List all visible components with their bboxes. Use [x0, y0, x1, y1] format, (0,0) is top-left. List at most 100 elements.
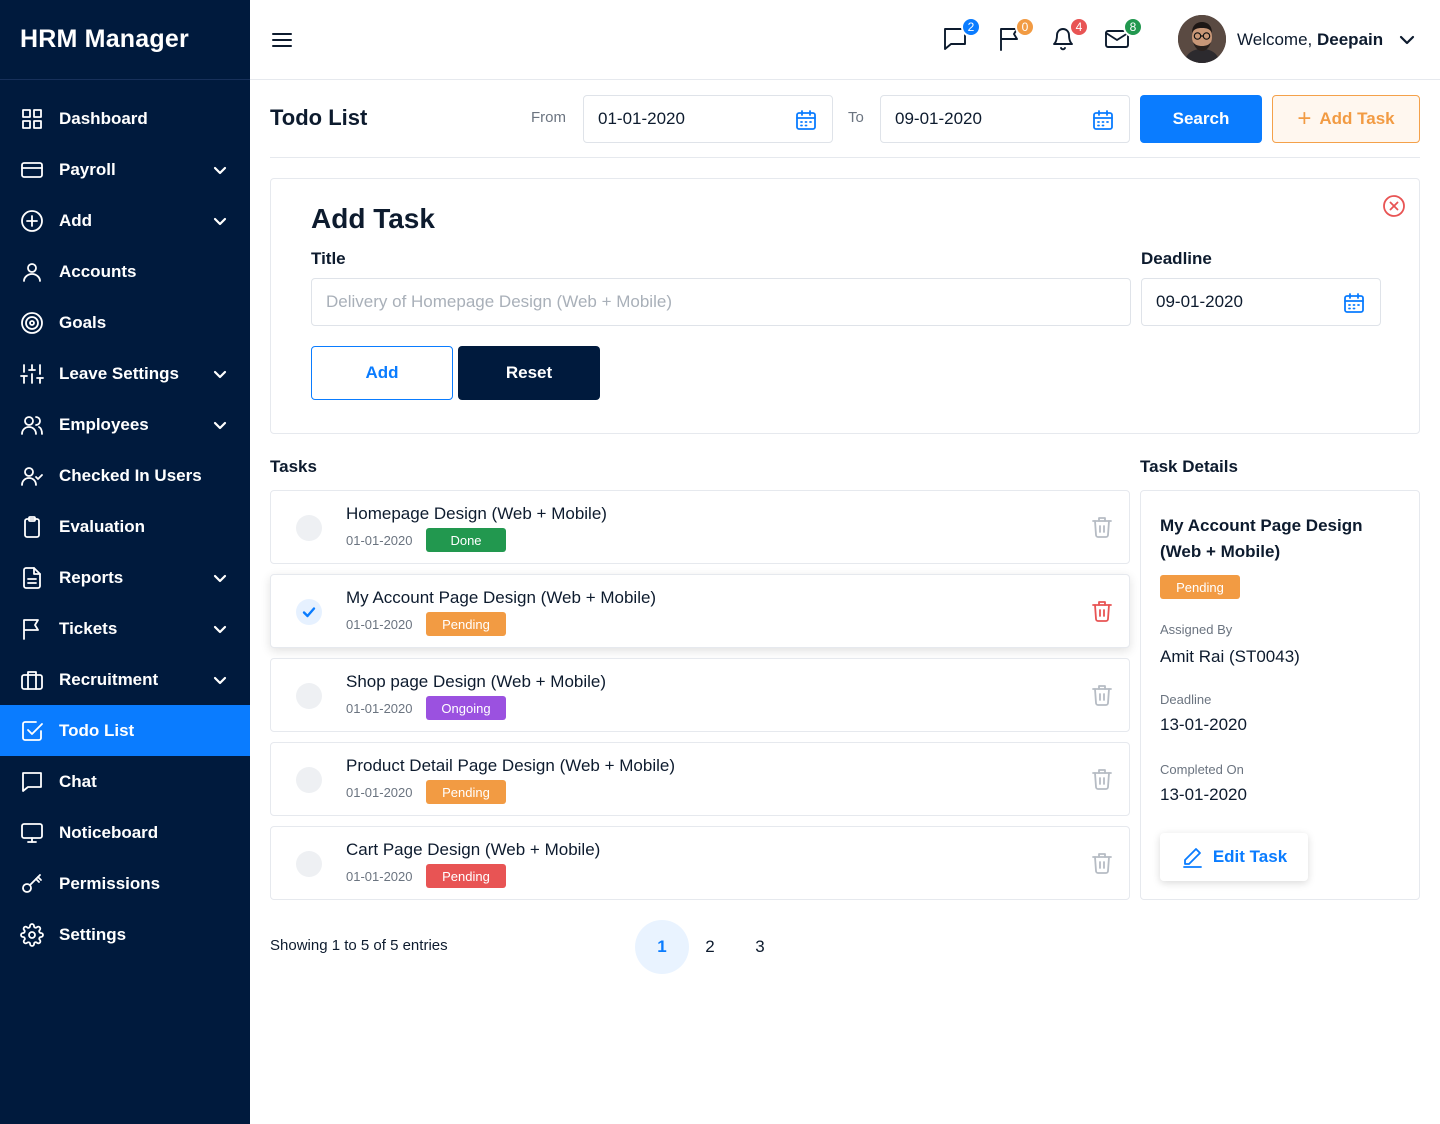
page-button[interactable]: 2 — [683, 920, 737, 974]
deadline-label: Deadline — [1160, 692, 1212, 707]
chevron-down-icon[interactable] — [212, 417, 228, 433]
sidebar-item-reports[interactable]: Reports — [0, 552, 250, 603]
sidebar-item-label: Checked In Users — [59, 465, 202, 485]
calendar-icon[interactable] — [794, 108, 818, 132]
task-item[interactable]: Homepage Design (Web + Mobile) 01-01-202… — [270, 490, 1130, 564]
header-divider — [270, 157, 1420, 158]
monitor-icon — [20, 821, 44, 845]
sidebar-item-recruitment[interactable]: Recruitment — [0, 654, 250, 705]
sidebar-item-tickets[interactable]: Tickets — [0, 603, 250, 654]
from-date-input[interactable]: 01-01-2020 — [583, 95, 833, 143]
chevron-down-icon[interactable] — [212, 366, 228, 382]
task-title-input[interactable] — [311, 278, 1131, 326]
task-date: 01-01-2020 — [346, 617, 413, 632]
completed-on-label: Completed On — [1160, 762, 1244, 777]
task-item[interactable]: Cart Page Design (Web + Mobile) 01-01-20… — [270, 826, 1130, 900]
deadline-input[interactable]: 09-01-2020 — [1141, 278, 1381, 326]
flag-notifications-button[interactable]: 0 — [996, 17, 1035, 54]
status-badge: Pending — [1160, 575, 1240, 599]
sidebar-item-permissions[interactable]: Permissions — [0, 858, 250, 909]
menu-toggle-icon[interactable] — [270, 28, 294, 52]
close-icon[interactable] — [1382, 194, 1406, 218]
avatar[interactable] — [1178, 15, 1226, 63]
sidebar-item-label: Permissions — [59, 873, 161, 893]
sliders-icon — [20, 362, 44, 386]
chevron-down-icon[interactable] — [212, 213, 228, 229]
sidebar-item-label: Tickets — [59, 618, 118, 638]
trash-icon[interactable] — [1090, 599, 1114, 623]
task-checkbox[interactable] — [296, 767, 322, 793]
chevron-down-icon[interactable] — [212, 621, 228, 637]
status-badge: Done — [426, 528, 506, 552]
edit-task-label: Edit Task — [1212, 847, 1288, 866]
assigned-by-label: Assigned By — [1160, 622, 1233, 637]
chevron-down-icon[interactable] — [1398, 31, 1416, 49]
sidebar-item-label: Todo List — [59, 720, 135, 740]
reset-button[interactable]: Reset — [458, 346, 600, 400]
brand-logo[interactable]: HRM Manager — [0, 0, 250, 80]
sidebar-item-label: Noticeboard — [59, 822, 159, 842]
add-task-button[interactable]: + Add Task — [1272, 95, 1420, 143]
to-date-value: 09-01-2020 — [895, 109, 982, 128]
sidebar-item-add[interactable]: Add — [0, 195, 250, 246]
welcome-prefix: Welcome, — [1237, 30, 1313, 49]
completed-on-value: 13-01-2020 — [1160, 785, 1247, 804]
sidebar-item-settings[interactable]: Settings — [0, 909, 250, 960]
page-button[interactable]: 3 — [733, 920, 787, 974]
calendar-icon[interactable] — [1342, 291, 1366, 315]
trash-icon[interactable] — [1090, 767, 1114, 791]
deadline-value: 13-01-2020 — [1160, 715, 1247, 734]
task-date: 01-01-2020 — [346, 533, 413, 548]
mail-notifications-button[interactable]: 8 — [1104, 17, 1143, 54]
trash-icon[interactable] — [1090, 683, 1114, 707]
briefcase-icon — [20, 668, 44, 692]
calendar-icon[interactable] — [1091, 108, 1115, 132]
search-button[interactable]: Search — [1140, 95, 1262, 143]
sidebar-item-leave-settings[interactable]: Leave Settings — [0, 348, 250, 399]
edit-task-button[interactable]: Edit Task — [1160, 833, 1308, 881]
add-button[interactable]: Add — [311, 346, 453, 400]
task-checkbox[interactable] — [296, 851, 322, 877]
sidebar-item-label: Accounts — [59, 261, 137, 281]
from-label: From — [531, 109, 566, 126]
pencil-icon — [1182, 848, 1202, 868]
chat-notifications-button[interactable]: 2 — [942, 17, 981, 54]
page-button[interactable]: 1 — [635, 920, 689, 974]
task-date: 01-01-2020 — [346, 701, 413, 716]
task-checkbox[interactable] — [296, 515, 322, 541]
tasks-heading: Tasks — [270, 457, 317, 476]
user-name: Deepain — [1317, 30, 1384, 49]
status-badge: Pending — [426, 864, 506, 888]
grid-icon — [20, 107, 44, 131]
sidebar-item-payroll[interactable]: Payroll — [0, 144, 250, 195]
title-field-label: Title — [311, 249, 346, 268]
plus-icon: + — [1297, 105, 1312, 132]
sidebar-item-todo-list[interactable]: Todo List — [0, 705, 250, 756]
trash-icon[interactable] — [1090, 515, 1114, 539]
sidebar-item-evaluation[interactable]: Evaluation — [0, 501, 250, 552]
chevron-down-icon[interactable] — [212, 162, 228, 178]
plus-circle-icon — [20, 209, 44, 233]
task-title: Homepage Design (Web + Mobile) — [346, 504, 607, 523]
sidebar-item-checked-in-users[interactable]: Checked In Users — [0, 450, 250, 501]
notification-badge: 0 — [1015, 17, 1035, 37]
task-item[interactable]: Product Detail Page Design (Web + Mobile… — [270, 742, 1130, 816]
to-date-input[interactable]: 09-01-2020 — [880, 95, 1130, 143]
assigned-by-value: Amit Rai (ST0043) — [1160, 647, 1300, 666]
sidebar-item-employees[interactable]: Employees — [0, 399, 250, 450]
trash-icon[interactable] — [1090, 851, 1114, 875]
sidebar-item-goals[interactable]: Goals — [0, 297, 250, 348]
task-checkbox[interactable] — [296, 599, 322, 625]
sidebar-item-noticeboard[interactable]: Noticeboard — [0, 807, 250, 858]
sidebar-item-label: Reports — [59, 567, 124, 587]
check-square-icon — [20, 719, 44, 743]
task-checkbox[interactable] — [296, 683, 322, 709]
task-item[interactable]: My Account Page Design (Web + Mobile) 01… — [270, 574, 1130, 648]
sidebar-item-dashboard[interactable]: Dashboard — [0, 93, 250, 144]
sidebar-item-chat[interactable]: Chat — [0, 756, 250, 807]
chevron-down-icon[interactable] — [212, 672, 228, 688]
chevron-down-icon[interactable] — [212, 570, 228, 586]
bell-notifications-button[interactable]: 4 — [1050, 17, 1089, 54]
task-item[interactable]: Shop page Design (Web + Mobile) 01-01-20… — [270, 658, 1130, 732]
sidebar-item-accounts[interactable]: Accounts — [0, 246, 250, 297]
